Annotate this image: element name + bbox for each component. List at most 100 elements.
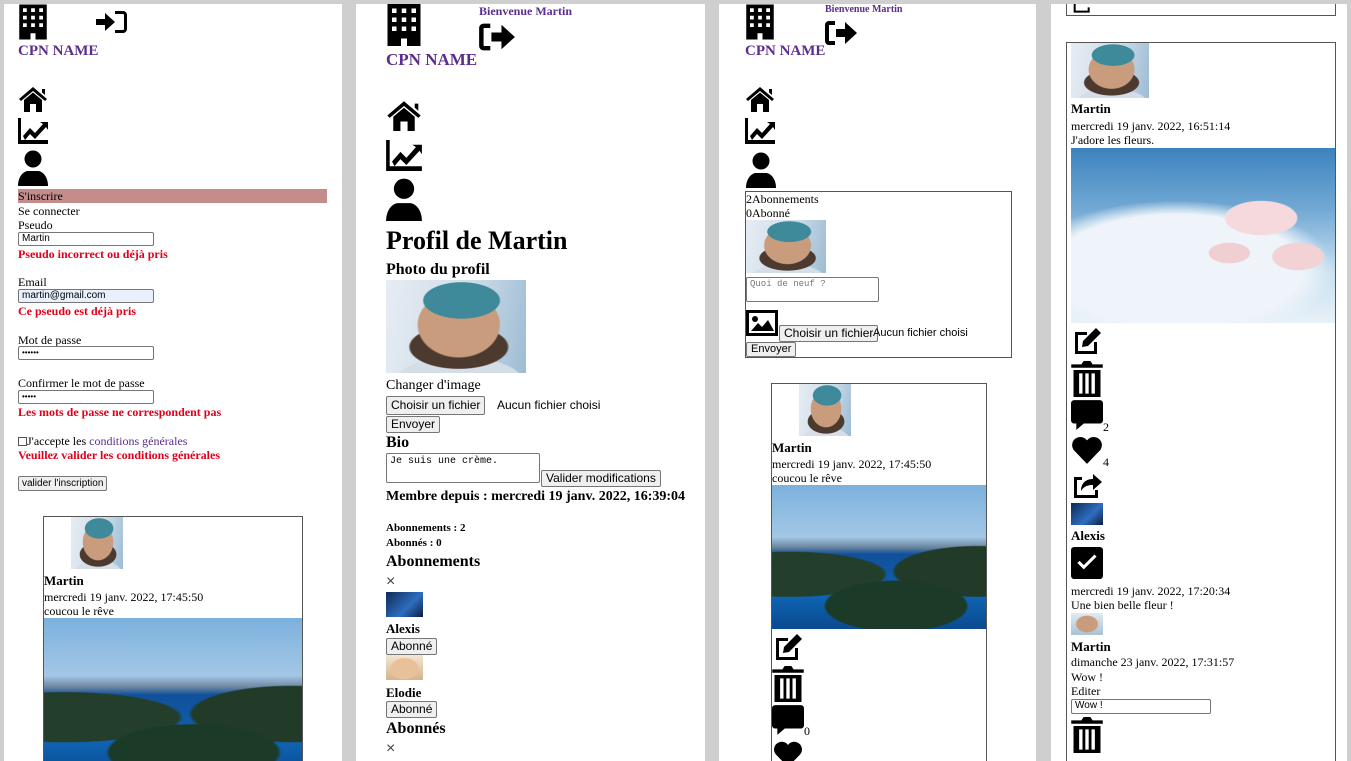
pseudo-input[interactable]: Martin: [18, 232, 154, 246]
brand-name[interactable]: CPN NAME: [386, 50, 477, 70]
post-text: J'adore les fleurs.: [1071, 133, 1155, 147]
unfollow-button[interactable]: Abonné: [386, 701, 438, 718]
change-image-label: Changer d'image: [386, 378, 481, 393]
edit-comment-label: Editer: [1071, 684, 1101, 698]
edit-comment-input[interactable]: Wow !: [1071, 699, 1211, 714]
confirm-password-error: Les mots de passe ne correspondent pas: [18, 405, 222, 419]
avatar[interactable]: [71, 517, 123, 569]
avatar[interactable]: [1071, 613, 1103, 635]
post-author[interactable]: Martin: [1071, 101, 1111, 117]
post-detail-screen: Martin mercredi 19 janv. 2022, 16:51:14 …: [1051, 4, 1347, 761]
comment-text: Wow !: [1071, 670, 1104, 684]
share-icon[interactable]: [1071, 471, 1103, 499]
post-author[interactable]: Martin: [44, 573, 84, 589]
sign-out-icon[interactable]: [824, 20, 858, 46]
email-field[interactable]: martin@gmail.com: [18, 289, 154, 303]
post-textarea[interactable]: Quoi de neuf ?: [746, 277, 879, 302]
comment-count: 2: [1103, 420, 1109, 434]
avatar[interactable]: [386, 655, 423, 680]
close-icon[interactable]: ×: [386, 573, 395, 591]
followers-count: Abonnés : 0: [386, 537, 442, 549]
sign-in-icon[interactable]: [96, 10, 128, 34]
edit-icon[interactable]: [772, 633, 804, 663]
subscriptions-count: 2Abonnements: [746, 192, 819, 206]
feed-screen: Bienvenue Martin CPN NAME 2Abonnements 0…: [719, 4, 1036, 761]
brand-name[interactable]: CPN NAME: [745, 43, 825, 60]
choose-file-button[interactable]: Choisir un fichier: [779, 325, 879, 342]
chart-line-icon[interactable]: [745, 118, 775, 144]
post-author[interactable]: Martin: [772, 440, 812, 456]
heart-icon[interactable]: [1071, 436, 1103, 464]
trash-icon[interactable]: [1071, 717, 1103, 753]
post-date: mercredi 19 janv. 2022, 17:45:50: [772, 457, 932, 471]
page-title: Profil de Martin: [386, 226, 568, 255]
avatar[interactable]: [799, 384, 851, 436]
confirm-password-label: Confirmer le mot de passe: [18, 376, 145, 390]
terms-checkbox[interactable]: [18, 437, 27, 446]
image-icon[interactable]: [746, 310, 778, 336]
user-icon[interactable]: [745, 152, 777, 188]
building-icon[interactable]: [18, 4, 48, 40]
save-bio-button[interactable]: Valider modifications: [541, 470, 661, 487]
post-card: Martin mercredi 19 janv. 2022, 16:51:14 …: [1066, 42, 1336, 761]
brand-name[interactable]: CPN NAME: [18, 43, 98, 60]
post-date: mercredi 19 janv. 2022, 17:45:50: [44, 590, 204, 604]
like-count: 4: [1103, 455, 1109, 469]
home-icon[interactable]: [386, 100, 422, 131]
avatar[interactable]: [386, 592, 423, 617]
subscription-name[interactable]: Elodie: [386, 685, 421, 701]
post-text: coucou le rêve: [44, 604, 114, 618]
building-icon[interactable]: [745, 4, 775, 40]
no-file-text: Aucun fichier choisi: [497, 398, 601, 412]
edit-icon[interactable]: [1071, 327, 1103, 357]
subscription-name[interactable]: Alexis: [386, 621, 420, 637]
no-file-text: Aucun fichier choisi: [873, 327, 968, 339]
heart-icon[interactable]: [772, 741, 804, 761]
submit-signup-button[interactable]: valider l'inscription: [18, 476, 108, 491]
chart-line-icon[interactable]: [386, 140, 422, 171]
send-post-button[interactable]: Envoyer: [746, 342, 797, 357]
sign-out-icon[interactable]: [478, 22, 516, 52]
avatar[interactable]: [746, 220, 826, 273]
terms-error: Veuillez valider les conditions générale…: [18, 448, 220, 462]
user-icon[interactable]: [386, 178, 422, 221]
photo-heading: Photo du profil: [386, 261, 490, 278]
user-icon[interactable]: [18, 150, 48, 186]
post-image: [1071, 148, 1335, 323]
comment-count: 0: [804, 724, 810, 738]
share-icon[interactable]: [1073, 4, 1093, 13]
trash-icon[interactable]: [772, 666, 804, 702]
comment-author[interactable]: Alexis: [1071, 528, 1105, 544]
followers-heading: Abonnés: [386, 720, 446, 737]
comment-author[interactable]: Martin: [1071, 639, 1111, 655]
chart-line-icon[interactable]: [18, 118, 48, 144]
home-icon[interactable]: [745, 86, 775, 112]
post-card: Martin mercredi 19 janv. 2022, 17:45:50 …: [43, 516, 303, 761]
password-field[interactable]: ••••••: [18, 346, 154, 360]
comment-date: mercredi 19 janv. 2022, 17:20:34: [1071, 584, 1231, 598]
welcome-text: Bienvenue Martin: [825, 4, 903, 15]
comment-icon[interactable]: [1071, 399, 1103, 431]
avatar[interactable]: [1071, 503, 1103, 525]
tab-register[interactable]: S'inscrire: [18, 189, 327, 203]
bio-textarea[interactable]: Je suis une crème.: [386, 453, 540, 483]
unfollow-button[interactable]: Abonné: [386, 638, 438, 655]
comment-icon[interactable]: [772, 704, 804, 736]
post-card: Martin mercredi 19 janv. 2022, 17:45:50 …: [771, 383, 987, 761]
subscriptions-heading: Abonnements: [386, 553, 481, 570]
signup-screen: CPN NAME S'inscrire Se connecter Pseudo …: [4, 4, 342, 761]
choose-file-button[interactable]: Choisir un fichier: [386, 396, 486, 415]
check-icon[interactable]: [1071, 547, 1103, 579]
avatar[interactable]: [1071, 43, 1149, 98]
tab-login[interactable]: Se connecter: [18, 204, 80, 219]
home-icon[interactable]: [18, 86, 48, 112]
close-icon[interactable]: ×: [386, 740, 395, 758]
member-since: Membre depuis : mercredi 19 janv. 2022, …: [386, 489, 686, 504]
trash-icon[interactable]: [1071, 361, 1103, 397]
building-icon[interactable]: [386, 4, 422, 46]
email-error: Ce pseudo est déjà pris: [18, 304, 137, 318]
confirm-password-field[interactable]: •••••: [18, 390, 154, 404]
terms-link[interactable]: conditions générales: [89, 434, 187, 448]
send-image-button[interactable]: Envoyer: [386, 416, 441, 433]
new-post-box: 2Abonnements 0Abonné Quoi de neuf ? Choi…: [745, 191, 1012, 358]
